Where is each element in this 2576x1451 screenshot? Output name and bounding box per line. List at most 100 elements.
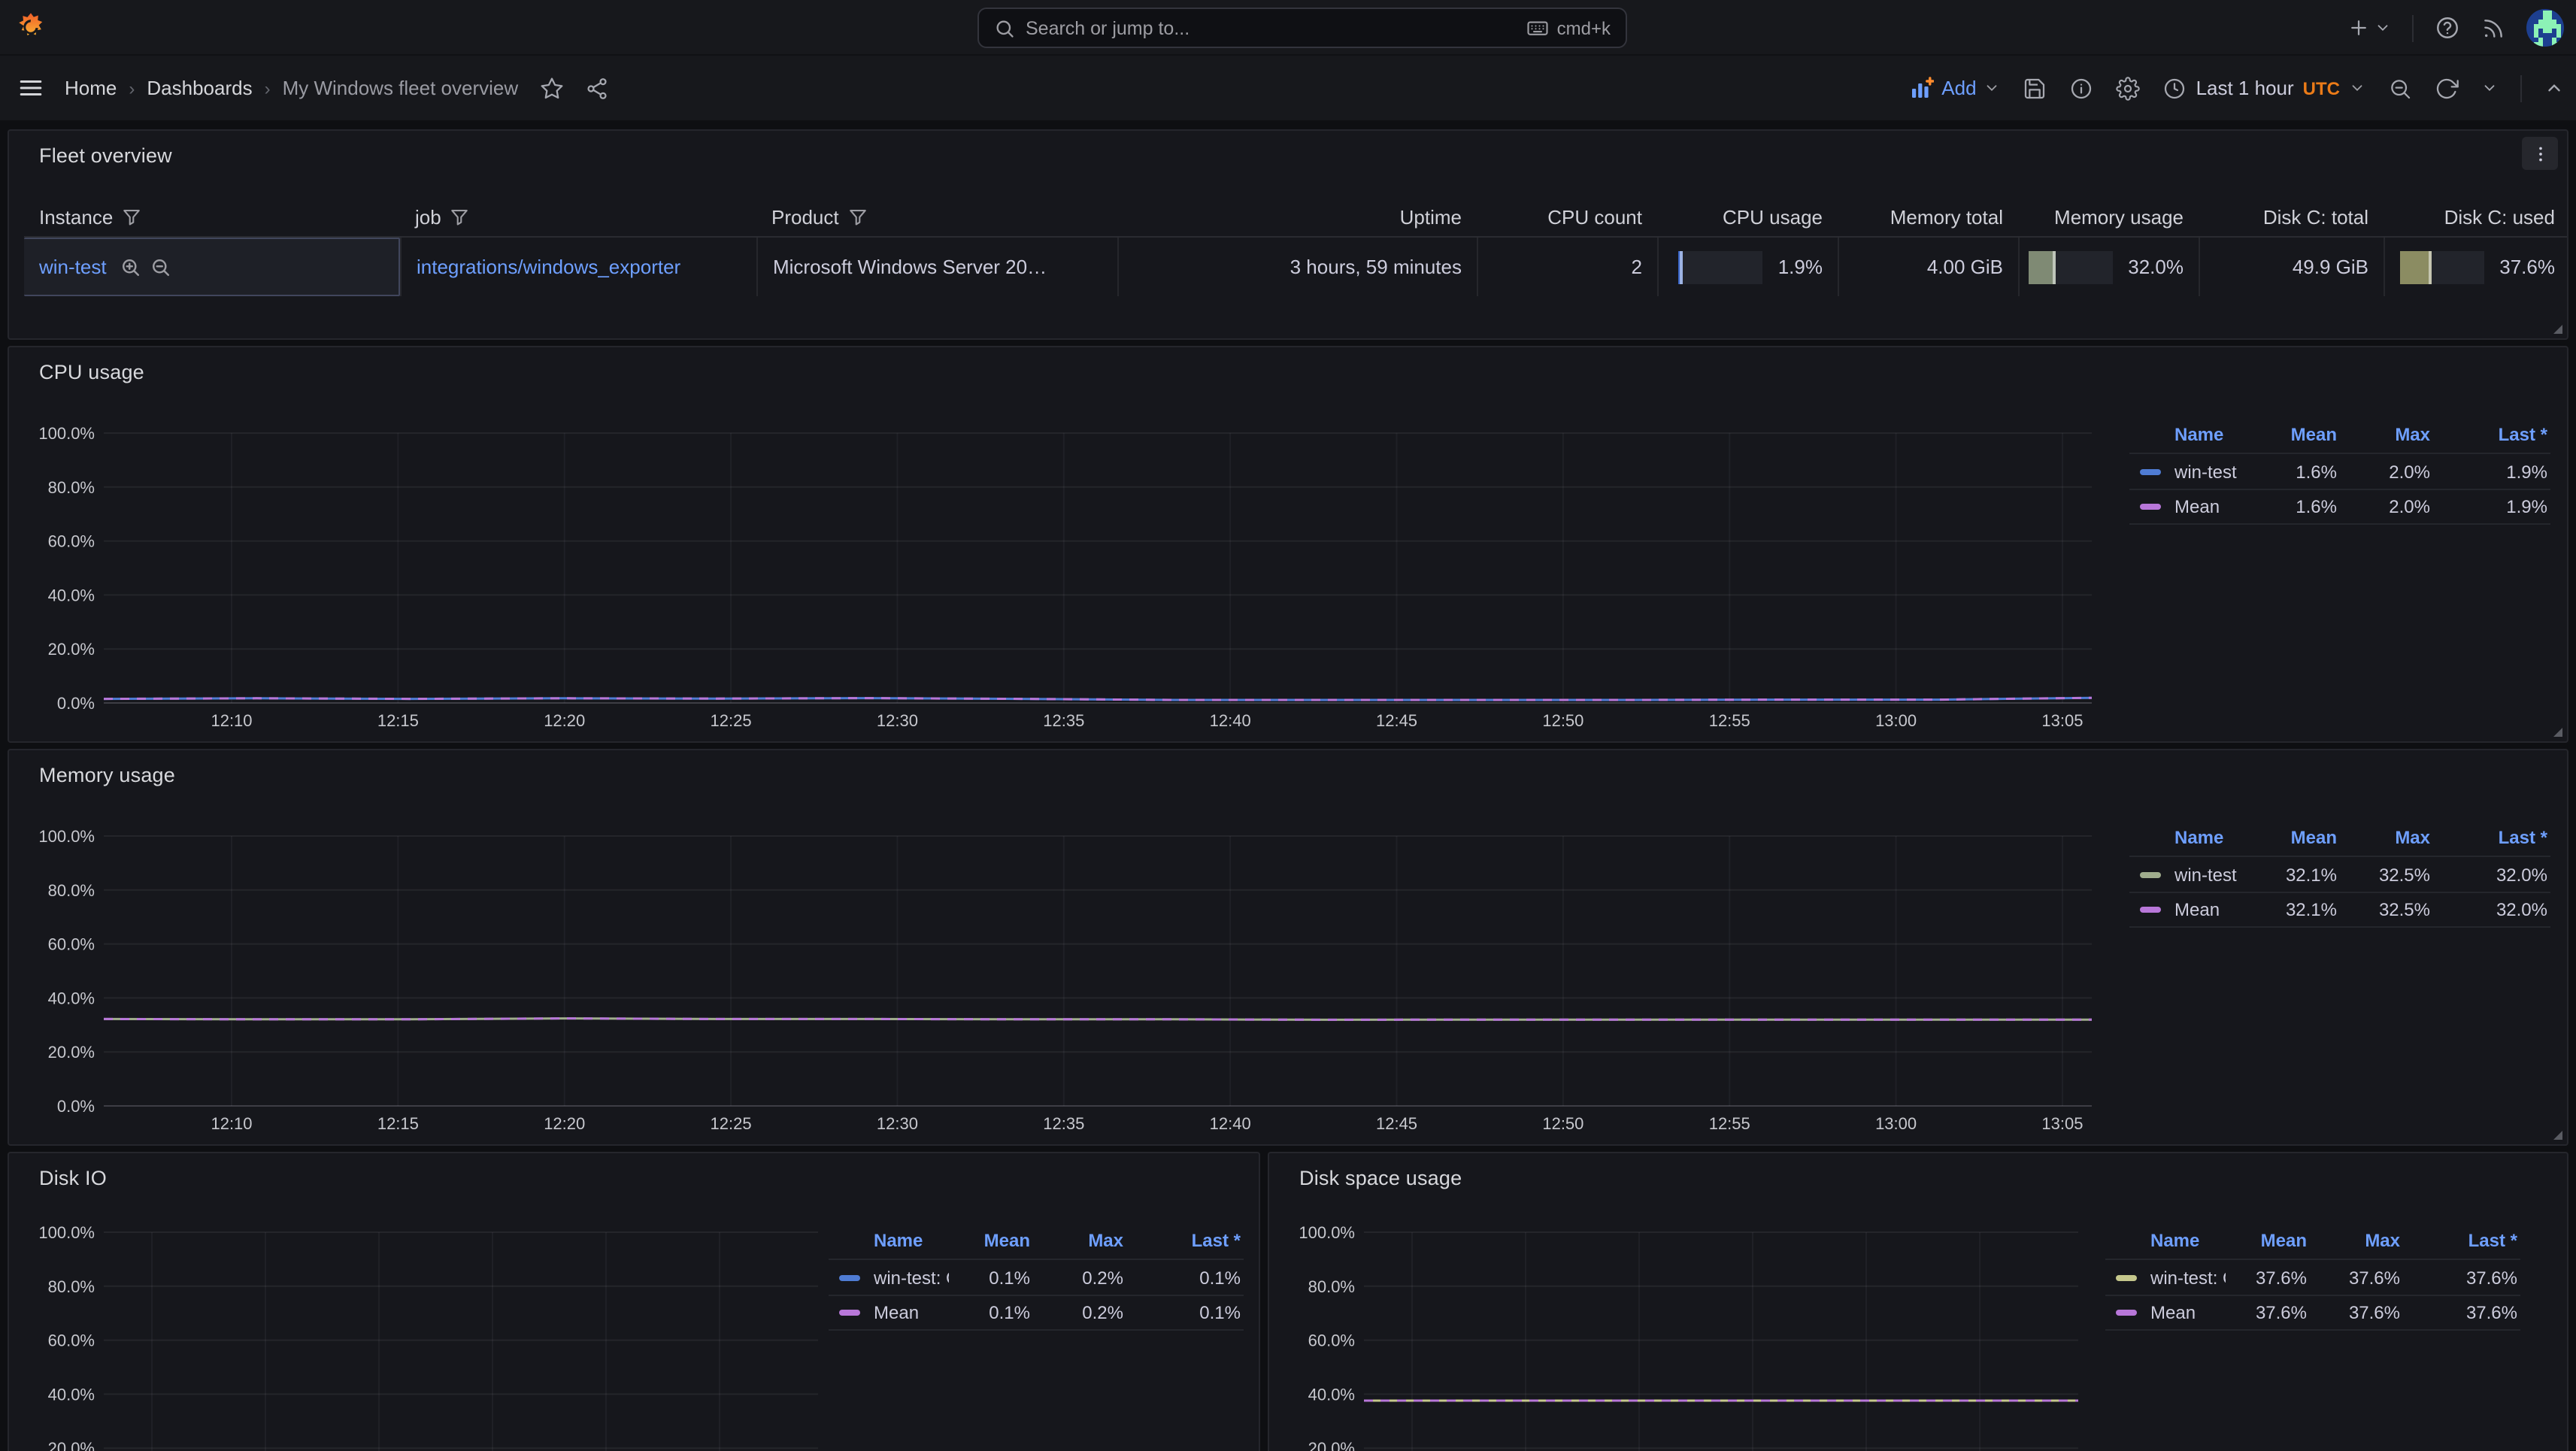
job-link[interactable]: integrations/windows_exporter (417, 256, 680, 278)
svg-text:12:30: 12:30 (877, 1114, 918, 1133)
gear-icon (2117, 76, 2141, 100)
fleet-table: InstancejobProductUptimeCPU countCPU usa… (24, 197, 2568, 296)
legend-series-name[interactable]: Mean (829, 1302, 949, 1323)
zoom-out-time-button[interactable] (2388, 76, 2412, 100)
column-header-instance[interactable]: Instance (24, 197, 400, 236)
cell-instance: win-test (24, 238, 400, 296)
filter-icon[interactable] (848, 207, 868, 226)
panel-disk-space-usage: Disk space usage 100.0%80.0%60.0%40.0%20… (1268, 1152, 2568, 1451)
column-header-product[interactable]: Product (756, 197, 1117, 236)
legend-header[interactable]: Max (2340, 827, 2433, 848)
column-header-job[interactable]: job (400, 197, 756, 236)
panel-title[interactable]: Disk IO (39, 1167, 107, 1189)
series-color-swatch (2140, 468, 2161, 474)
filter-icon[interactable] (450, 207, 470, 226)
disk-space-plot-area[interactable] (1364, 1231, 2078, 1451)
legend-max: 32.5% (2340, 864, 2433, 885)
time-range-picker[interactable]: Last 1 hour UTC (2163, 76, 2365, 100)
keyboard-icon (1527, 17, 1550, 39)
panel-resize-handle[interactable] (2553, 1131, 2562, 1140)
legend-header[interactable]: Mean (2256, 424, 2340, 445)
grafana-logo-icon[interactable] (15, 12, 47, 44)
legend-header[interactable]: Last * (1126, 1230, 1244, 1251)
rss-icon (2481, 16, 2505, 40)
legend-max: 2.0% (2340, 461, 2433, 482)
panel-title[interactable]: Disk space usage (1299, 1167, 1462, 1189)
panel-title[interactable]: Fleet overview (39, 144, 172, 167)
breadcrumb-separator: › (265, 77, 271, 98)
series-color-swatch (839, 1274, 860, 1280)
svg-text:60.0%: 60.0% (48, 1331, 95, 1350)
panel-resize-handle[interactable] (2553, 325, 2562, 334)
legend-header[interactable]: Last * (2433, 827, 2550, 848)
favorite-button[interactable] (539, 76, 563, 100)
save-dashboard-button[interactable] (2023, 76, 2047, 100)
legend-header[interactable]: Mean (949, 1230, 1033, 1251)
global-search[interactable]: cmd+k (977, 8, 1627, 48)
legend-series-name[interactable]: Mean (2105, 1302, 2226, 1323)
legend-series-name[interactable]: Mean (2129, 496, 2256, 517)
legend-row: win-test1.6%2.0%1.9% (2129, 453, 2550, 489)
legend-series-name[interactable]: Mean (2129, 899, 2256, 920)
new-button[interactable] (2347, 17, 2391, 39)
svg-text:100.0%: 100.0% (38, 827, 95, 846)
legend-header[interactable]: Name (2105, 1230, 2226, 1251)
legend-last: 32.0% (2433, 864, 2550, 885)
legend-header[interactable]: Max (2340, 424, 2433, 445)
panel-title[interactable]: Memory usage (39, 764, 175, 786)
svg-text:12:15: 12:15 (377, 1114, 419, 1133)
svg-text:12:10: 12:10 (211, 1114, 252, 1133)
column-header-cpu-usage[interactable]: CPU usage (1657, 197, 1838, 236)
search-input[interactable] (1026, 17, 1517, 38)
instance-link[interactable]: win-test (39, 256, 107, 278)
panel-menu-button[interactable] (2522, 137, 2558, 170)
filter-icon[interactable] (122, 207, 141, 226)
news-button[interactable] (2481, 16, 2505, 40)
legend-mean: 0.1% (949, 1267, 1033, 1288)
legend-series-name[interactable]: win-test (2129, 864, 2256, 885)
breadcrumb-home[interactable]: Home (65, 77, 117, 99)
menu-toggle[interactable] (18, 75, 44, 101)
legend-max: 37.6% (2310, 1302, 2403, 1323)
column-header-disk-c-total[interactable]: Disk C: total (2199, 197, 2384, 236)
svg-text:12:40: 12:40 (1210, 711, 1251, 730)
legend-header[interactable]: Name (2129, 827, 2256, 848)
legend-header[interactable]: Last * (2433, 424, 2550, 445)
column-header-memory-usage[interactable]: Memory usage (2018, 197, 2199, 236)
svg-text:100.0%: 100.0% (38, 1223, 95, 1242)
legend-series-name[interactable]: win-test (2129, 461, 2256, 482)
legend-series-name[interactable]: win-test: C: (2105, 1267, 2226, 1288)
refresh-button[interactable] (2435, 76, 2459, 100)
column-header-memory-total[interactable]: Memory total (1838, 197, 2018, 236)
breadcrumb-dashboards[interactable]: Dashboards (147, 77, 252, 99)
help-button[interactable] (2435, 15, 2460, 41)
legend-series-name[interactable]: win-test: C: (829, 1267, 949, 1288)
zoom-in-filter-button[interactable] (120, 256, 141, 277)
legend-header[interactable]: Mean (2256, 827, 2340, 848)
legend-header[interactable]: Max (1033, 1230, 1126, 1251)
legend-header[interactable]: Name (829, 1230, 949, 1251)
column-header-uptime[interactable]: Uptime (1117, 197, 1477, 236)
collapse-topbar-button[interactable] (2544, 78, 2564, 98)
panel-title[interactable]: CPU usage (39, 361, 144, 383)
user-avatar[interactable] (2526, 9, 2564, 47)
legend-header[interactable]: Max (2310, 1230, 2403, 1251)
cpu-usage-plot-area[interactable] (104, 433, 2092, 704)
legend-header[interactable]: Name (2129, 424, 2256, 445)
legend-header[interactable]: Last * (2403, 1230, 2520, 1251)
dashboard-insights-button[interactable] (2070, 76, 2094, 100)
panel-resize-handle[interactable] (2553, 728, 2562, 737)
disk-io-plot-area[interactable] (104, 1231, 818, 1451)
legend-header[interactable]: Mean (2226, 1230, 2310, 1251)
share-button[interactable] (584, 76, 608, 100)
add-panel-button[interactable]: Add (1910, 76, 2000, 100)
svg-text:100.0%: 100.0% (38, 424, 95, 443)
memory-usage-plot-area[interactable] (104, 836, 2092, 1107)
zoom-out-filter-button[interactable] (150, 256, 171, 277)
legend-header-row: NameMeanMaxLast * (2129, 819, 2550, 856)
column-header-cpu-count[interactable]: CPU count (1477, 197, 1657, 236)
dashboard-settings-button[interactable] (2117, 76, 2141, 100)
column-header-disk-c-used[interactable]: Disk C: used (2384, 197, 2568, 236)
cell-cpu-count: 2 (1477, 238, 1657, 296)
refresh-interval-dropdown[interactable] (2481, 80, 2498, 96)
